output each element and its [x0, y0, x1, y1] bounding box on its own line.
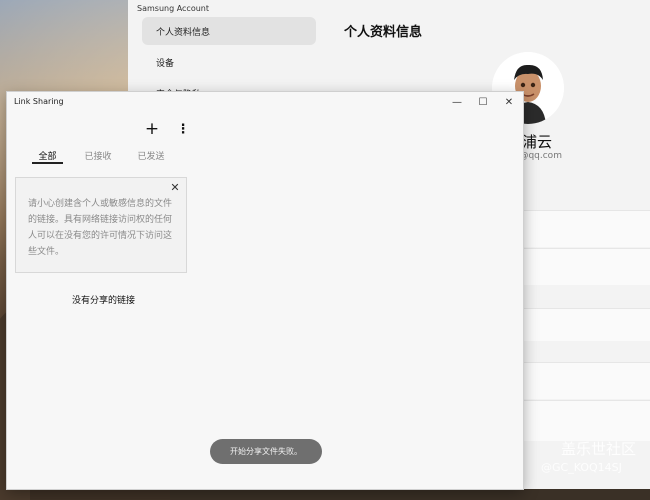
plus-icon: + — [144, 119, 160, 139]
samsung-window-title: Samsung Account — [137, 4, 210, 13]
close-icon: ✕ — [170, 180, 180, 194]
watermark-community: 盖乐世社区 — [561, 440, 637, 458]
privacy-notice-card: ✕ 请小心创建含个人或敏感信息的文件的链接。具有网络链接访问权的任何人可以在没有… — [15, 177, 187, 273]
minimize-icon: — — [452, 96, 462, 108]
tab-received[interactable]: 已接收 — [81, 149, 115, 162]
settings-row[interactable] — [520, 210, 650, 247]
empty-state-text: 没有分享的链接 — [72, 296, 136, 306]
nav-item-devices[interactable]: 设备 — [142, 48, 316, 76]
maximize-button[interactable]: ☐ — [470, 92, 496, 112]
nav-item-profile[interactable]: 个人资料信息 — [142, 17, 316, 45]
error-toast: 开始分享文件失败。 — [210, 439, 322, 464]
close-icon: ✕ — [504, 96, 514, 108]
maximize-icon: ☐ — [478, 96, 488, 108]
more-vertical-icon: ⋮ — [176, 121, 190, 137]
window-title: Link Sharing — [14, 97, 64, 106]
dismiss-notice-button[interactable]: ✕ — [168, 180, 182, 194]
privacy-notice-text: 请小心创建含个人或敏感信息的文件的链接。具有网络链接访问权的任何人可以在没有您的… — [28, 199, 173, 257]
add-link-button[interactable]: + — [142, 119, 162, 139]
nav-item-label: 个人资料信息 — [156, 27, 211, 38]
more-options-button[interactable]: ⋮ — [173, 119, 193, 139]
settings-row[interactable] — [520, 362, 650, 399]
close-window-button[interactable]: ✕ — [496, 92, 522, 112]
nav-item-label: 设备 — [156, 58, 175, 69]
settings-row[interactable] — [520, 248, 650, 285]
account-name: 浦云 — [522, 133, 553, 151]
settings-row[interactable] — [520, 308, 650, 341]
link-sharing-window: Link Sharing — ☐ ✕ + ⋮ 全部 已接收 已发送 ✕ 请小心创… — [7, 92, 523, 489]
tab-sent[interactable]: 已发送 — [134, 149, 168, 162]
tab-all[interactable]: 全部 — [32, 149, 63, 162]
minimize-button[interactable]: — — [444, 92, 470, 112]
page-title: 个人资料信息 — [344, 25, 423, 40]
settings-row[interactable] — [520, 400, 650, 441]
watermark-handle: @GC_KOQ14SJ — [541, 461, 622, 474]
active-tab-indicator — [32, 162, 63, 164]
